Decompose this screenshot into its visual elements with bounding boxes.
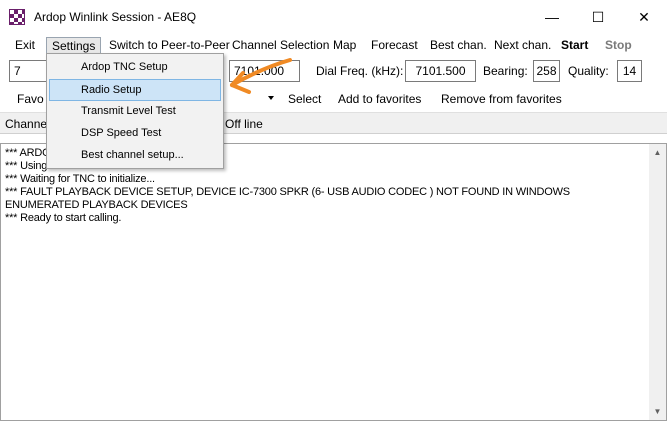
bearing-label: Bearing: bbox=[483, 64, 528, 78]
log-line: *** ARDO bbox=[5, 147, 51, 159]
menu-forecast[interactable]: Forecast bbox=[366, 37, 423, 55]
add-to-favorites-button[interactable]: Add to favorites bbox=[338, 92, 421, 106]
menu-stop[interactable]: Stop bbox=[600, 37, 637, 55]
vertical-scrollbar[interactable]: ▲ ▼ bbox=[649, 144, 666, 420]
scroll-up-arrow-icon[interactable]: ▲ bbox=[649, 144, 666, 161]
title-bar: Ardop Winlink Session - AE8Q — ☐ ✕ bbox=[0, 0, 667, 34]
maximize-button[interactable]: ☐ bbox=[575, 0, 621, 34]
log-line: *** Waiting for TNC to initialize... bbox=[5, 173, 155, 185]
quality-field[interactable]: 14 bbox=[617, 60, 642, 82]
connection-state: Off line bbox=[225, 117, 263, 131]
menu-start[interactable]: Start bbox=[556, 37, 593, 55]
log-line: *** Ready to start calling. bbox=[5, 212, 122, 224]
settings-dropdown-menu: Ardop TNC Setup Radio Setup Transmit Lev… bbox=[46, 53, 224, 169]
menu-exit[interactable]: Exit bbox=[10, 37, 40, 55]
center-freq-field[interactable]: 7101.000 bbox=[229, 60, 300, 82]
log-line: *** FAULT PLAYBACK DEVICE SETUP, DEVICE … bbox=[5, 186, 570, 198]
menu-item-best-channel-setup[interactable]: Best channel setup... bbox=[49, 145, 221, 167]
quality-label: Quality: bbox=[568, 64, 609, 78]
menu-best-channel[interactable]: Best chan. bbox=[425, 37, 492, 55]
channel-status-label: Channe bbox=[5, 117, 48, 131]
log-line: ENUMERATED PLAYBACK DEVICES bbox=[5, 199, 188, 211]
scroll-down-arrow-icon[interactable]: ▼ bbox=[649, 403, 666, 420]
log-line: *** Using bbox=[5, 160, 48, 172]
menu-item-transmit-level-test[interactable]: Transmit Level Test bbox=[49, 101, 221, 123]
close-button[interactable]: ✕ bbox=[621, 0, 667, 34]
menu-item-dsp-speed-test[interactable]: DSP Speed Test bbox=[49, 123, 221, 145]
minimize-button[interactable]: — bbox=[529, 0, 575, 34]
menu-channel-selection[interactable]: Channel Selection bbox=[227, 37, 334, 55]
menu-map[interactable]: Map bbox=[328, 37, 361, 55]
chevron-down-icon[interactable] bbox=[268, 96, 274, 100]
bearing-field[interactable]: 258 bbox=[533, 60, 560, 82]
menu-item-radio-setup[interactable]: Radio Setup bbox=[49, 79, 221, 101]
select-button[interactable]: Select bbox=[288, 92, 321, 106]
menu-item-ardop-tnc-setup[interactable]: Ardop TNC Setup bbox=[49, 57, 221, 79]
checkerboard-icon bbox=[9, 9, 25, 25]
favorites-label: Favo bbox=[17, 92, 44, 106]
dial-freq-field[interactable]: 7101.500 bbox=[405, 60, 476, 82]
session-log[interactable]: *** ARDO *** Using *** Waiting for TNC t… bbox=[0, 143, 667, 421]
window-title: Ardop Winlink Session - AE8Q bbox=[34, 10, 197, 24]
menu-next-channel[interactable]: Next chan. bbox=[489, 37, 556, 55]
remove-from-favorites-button[interactable]: Remove from favorites bbox=[441, 92, 562, 106]
dial-freq-label: Dial Freq. (kHz): bbox=[316, 64, 404, 78]
